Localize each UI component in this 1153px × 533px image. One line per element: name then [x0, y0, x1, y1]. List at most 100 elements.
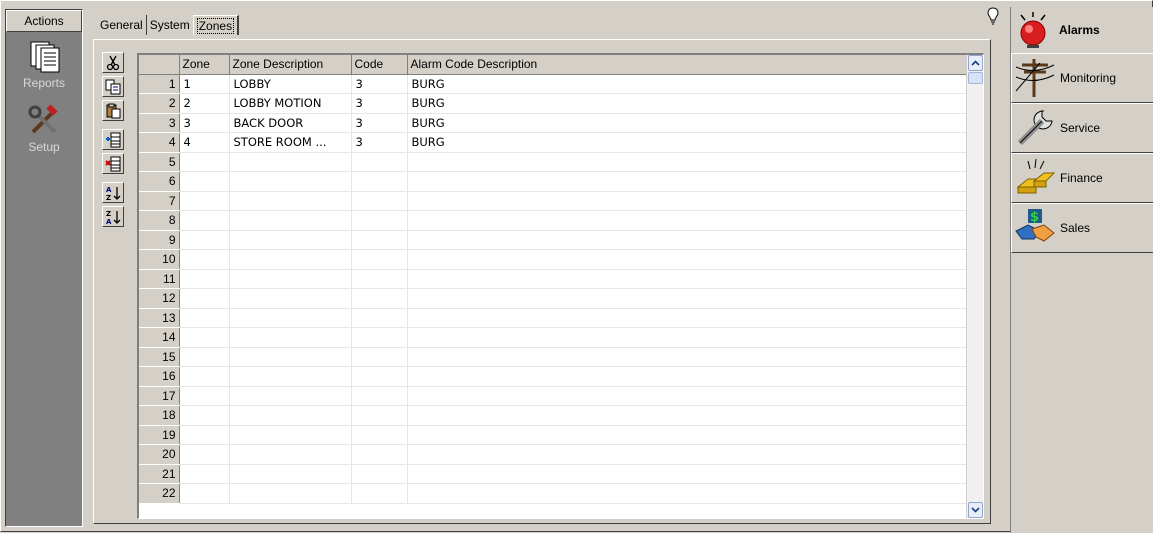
zone-cell[interactable]	[179, 405, 230, 426]
zone-cell[interactable]	[179, 464, 230, 484]
zone-cell[interactable]: 4	[179, 132, 230, 153]
code-cell[interactable]	[351, 191, 408, 211]
code-cell[interactable]: 3	[351, 132, 408, 153]
insert-row-button[interactable]	[102, 129, 124, 150]
table-row[interactable]: 8	[139, 210, 969, 231]
code-cell[interactable]	[351, 230, 408, 250]
alarm-code-description-cell[interactable]	[407, 386, 969, 406]
scroll-down-button[interactable]	[968, 502, 983, 518]
table-row[interactable]: 17	[139, 386, 969, 406]
table-row[interactable]: 12	[139, 288, 969, 309]
zone-description-cell[interactable]	[229, 405, 352, 426]
zone-cell[interactable]	[179, 288, 230, 309]
zone-cell[interactable]	[179, 230, 230, 250]
alarm-code-description-cell[interactable]	[407, 152, 969, 172]
zones-grid[interactable]: Zone Zone Description Code Alarm Code De…	[137, 53, 984, 519]
zone-cell[interactable]	[179, 327, 230, 348]
table-row[interactable]: 13	[139, 308, 969, 328]
table-row[interactable]: 14	[139, 327, 969, 348]
nav-finance[interactable]: Finance	[1011, 153, 1153, 203]
tab-zones[interactable]: Zones	[192, 15, 240, 35]
table-row[interactable]: 19	[139, 425, 969, 445]
zone-description-cell[interactable]: BACK DOOR	[229, 113, 352, 133]
alarm-code-description-cell[interactable]	[407, 483, 969, 504]
table-row[interactable]: 3 3 BACK DOOR 3 BURG	[139, 113, 969, 133]
column-header-zone[interactable]: Zone	[179, 55, 230, 75]
alarm-code-description-cell[interactable]: BURG	[407, 132, 969, 153]
zone-cell[interactable]	[179, 152, 230, 172]
alarm-code-description-cell[interactable]	[407, 288, 969, 309]
scroll-up-button[interactable]	[968, 55, 983, 71]
nav-sales[interactable]: $ Sales	[1011, 203, 1153, 253]
code-cell[interactable]	[351, 249, 408, 270]
nav-service[interactable]: Service	[1011, 103, 1153, 153]
zone-cell[interactable]: 2	[179, 93, 230, 114]
zone-description-cell[interactable]	[229, 210, 352, 231]
zone-description-cell[interactable]	[229, 230, 352, 250]
table-row[interactable]: 11	[139, 269, 969, 289]
zone-description-cell[interactable]	[229, 425, 352, 445]
code-cell[interactable]	[351, 444, 408, 465]
alarm-code-description-cell[interactable]	[407, 249, 969, 270]
code-cell[interactable]: 3	[351, 74, 408, 94]
zone-cell[interactable]	[179, 366, 230, 387]
code-cell[interactable]	[351, 269, 408, 289]
tab-system[interactable]: System	[147, 15, 193, 35]
code-cell[interactable]: 3	[351, 113, 408, 133]
code-cell[interactable]: 3	[351, 93, 408, 114]
table-row[interactable]: 6	[139, 171, 969, 192]
table-row[interactable]: 1 1 LOBBY 3 BURG	[139, 74, 969, 94]
table-row[interactable]: 4 4 STORE ROOM ... 3 BURG	[139, 132, 969, 153]
table-row[interactable]: 22	[139, 483, 969, 504]
code-cell[interactable]	[351, 210, 408, 231]
paste-button[interactable]	[102, 100, 124, 121]
alarm-code-description-cell[interactable]	[407, 210, 969, 231]
table-row[interactable]: 2 2 LOBBY MOTION 3 BURG	[139, 93, 969, 114]
code-cell[interactable]	[351, 171, 408, 192]
nav-alarms[interactable]: Alarms	[1011, 7, 1153, 53]
alarm-code-description-cell[interactable]: BURG	[407, 93, 969, 114]
alarm-code-description-cell[interactable]	[407, 444, 969, 465]
code-cell[interactable]	[351, 386, 408, 406]
code-cell[interactable]	[351, 327, 408, 348]
zone-description-cell[interactable]	[229, 327, 352, 348]
code-cell[interactable]	[351, 152, 408, 172]
zone-description-cell[interactable]: LOBBY	[229, 74, 352, 94]
zone-description-cell[interactable]	[229, 249, 352, 270]
zone-cell[interactable]	[179, 483, 230, 504]
reports-action[interactable]: Reports	[6, 40, 82, 90]
alarm-code-description-cell[interactable]	[407, 327, 969, 348]
zone-cell[interactable]	[179, 191, 230, 211]
code-cell[interactable]	[351, 347, 408, 367]
column-header-code[interactable]: Code	[351, 55, 408, 75]
table-row[interactable]: 16	[139, 366, 969, 387]
alarm-code-description-cell[interactable]: BURG	[407, 74, 969, 94]
table-row[interactable]: 20	[139, 444, 969, 465]
table-row[interactable]: 10	[139, 249, 969, 270]
alarm-code-description-cell[interactable]	[407, 269, 969, 289]
zone-cell[interactable]	[179, 269, 230, 289]
zone-description-cell[interactable]	[229, 288, 352, 309]
scroll-thumb[interactable]	[968, 72, 983, 84]
zone-cell[interactable]	[179, 386, 230, 406]
table-row[interactable]: 15	[139, 347, 969, 367]
zone-cell[interactable]: 3	[179, 113, 230, 133]
zone-description-cell[interactable]	[229, 191, 352, 211]
sort-descending-button[interactable]: ZA	[102, 206, 124, 227]
alarm-code-description-cell[interactable]	[407, 308, 969, 328]
alarm-code-description-cell[interactable]	[407, 347, 969, 367]
zone-cell[interactable]	[179, 210, 230, 231]
zone-cell[interactable]	[179, 425, 230, 445]
code-cell[interactable]	[351, 308, 408, 328]
zone-cell[interactable]	[179, 347, 230, 367]
zone-description-cell[interactable]	[229, 386, 352, 406]
zone-cell[interactable]	[179, 308, 230, 328]
delete-row-button[interactable]	[102, 153, 124, 174]
zone-description-cell[interactable]	[229, 308, 352, 328]
zone-description-cell[interactable]: LOBBY MOTION	[229, 93, 352, 114]
tab-general[interactable]: General	[97, 15, 147, 35]
table-row[interactable]: 21	[139, 464, 969, 484]
setup-action[interactable]: Setup	[6, 104, 82, 154]
nav-monitoring[interactable]: Monitoring	[1011, 53, 1153, 103]
zone-description-cell[interactable]	[229, 444, 352, 465]
